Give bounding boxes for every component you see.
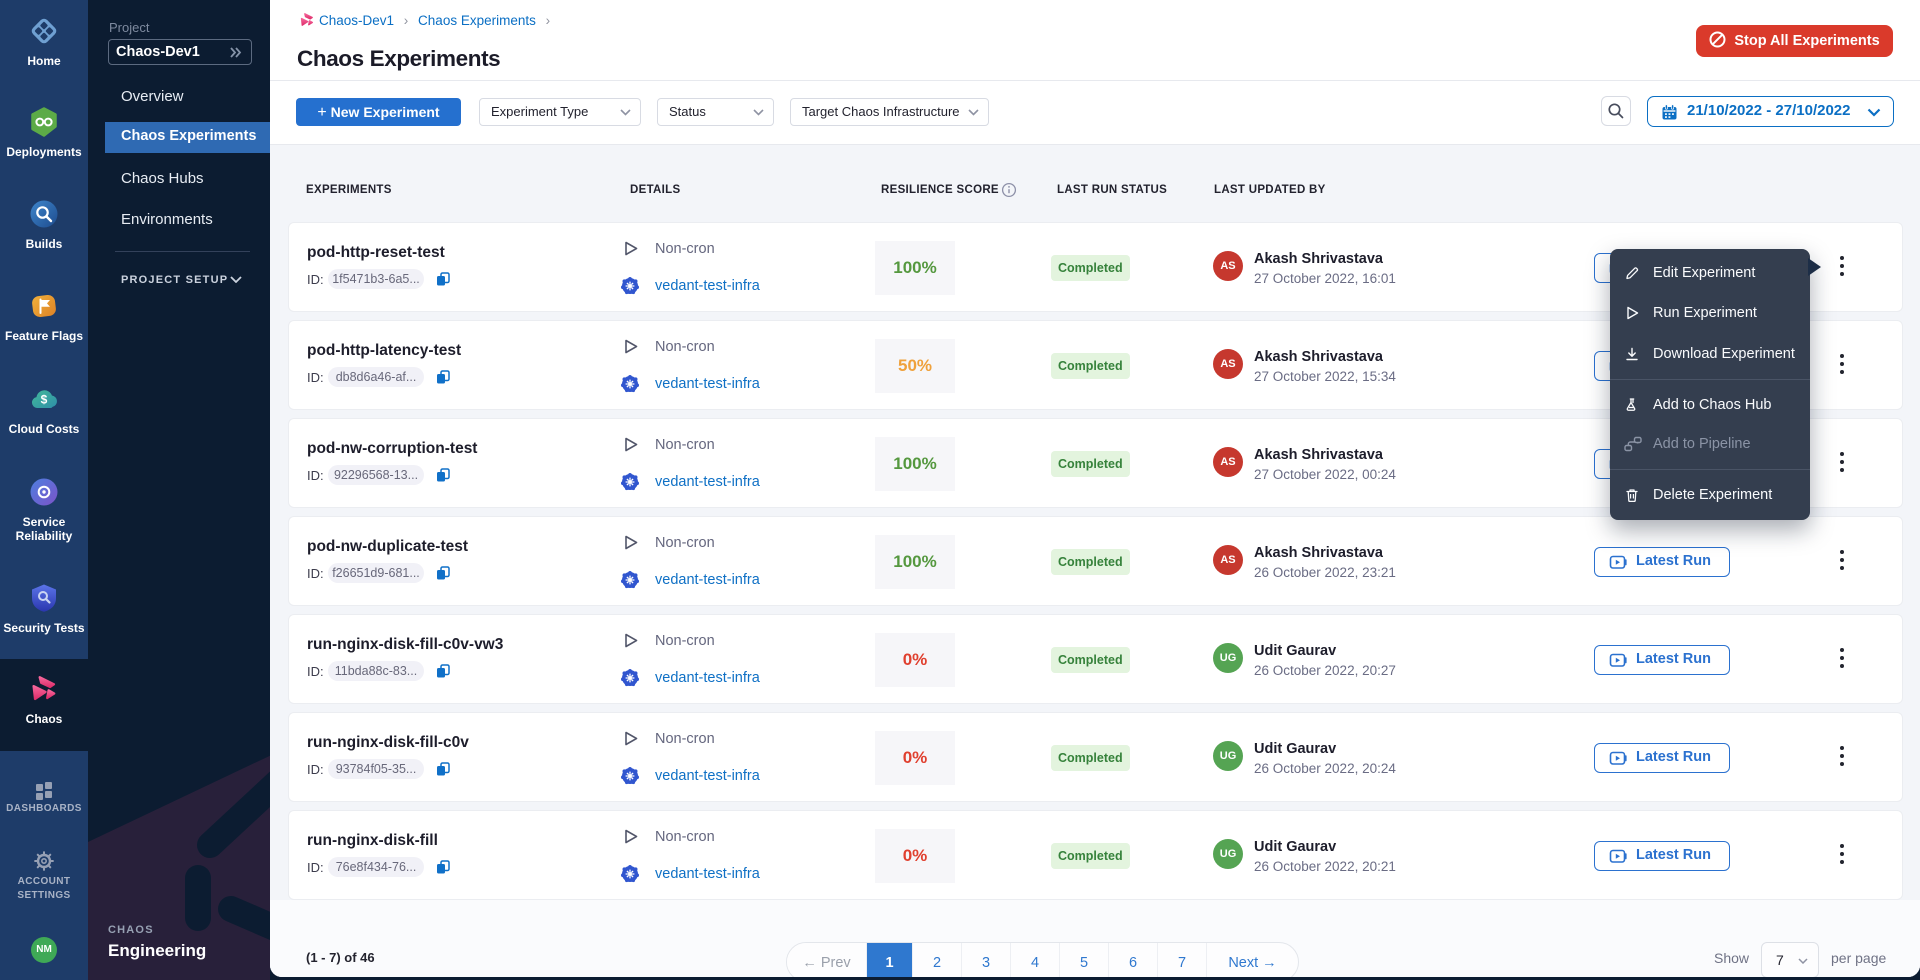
svg-text:$: $ xyxy=(41,393,48,407)
